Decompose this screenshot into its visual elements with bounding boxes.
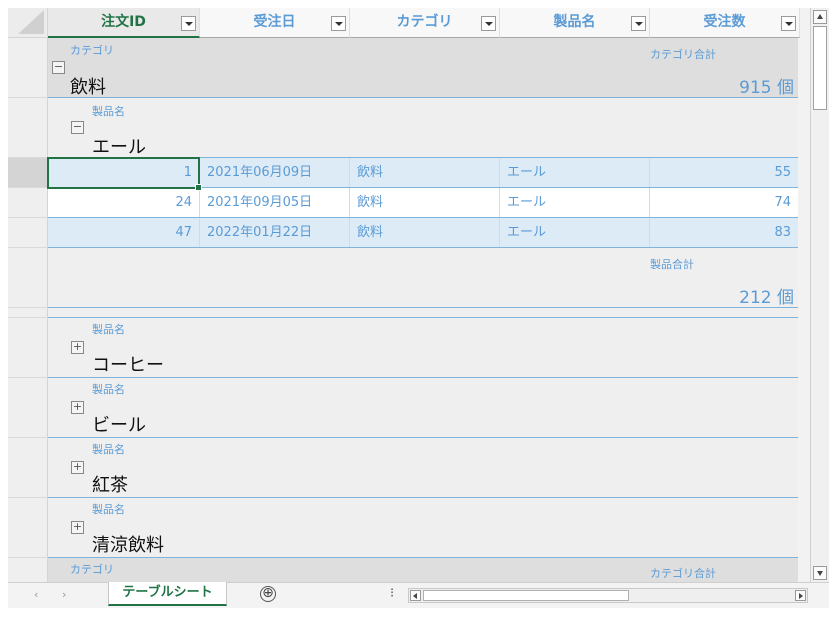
product-group-header: 製品名 + コーヒー [48, 318, 798, 378]
expand-toggle-icon[interactable]: + [71, 401, 84, 414]
filter-dropdown-icon[interactable] [631, 16, 646, 31]
category-total-label: カテゴリ合計 [650, 567, 716, 580]
horizontal-scrollbar[interactable] [408, 588, 808, 603]
column-header-product-name[interactable]: 製品名 [500, 8, 650, 38]
collapse-toggle-icon[interactable]: − [71, 121, 84, 134]
expand-toggle-icon[interactable]: + [71, 341, 84, 354]
row-header[interactable] [8, 98, 48, 158]
vertical-scroll-thumb[interactable] [813, 26, 827, 110]
scroll-up-button[interactable] [813, 10, 827, 24]
category-name: 飲料 [70, 77, 106, 98]
column-header-order-id[interactable]: 注文ID [48, 8, 200, 38]
row-header[interactable] [8, 188, 48, 218]
product-total-value: 212 個 [739, 288, 794, 308]
product-name: ビール [92, 415, 146, 436]
expand-toggle-icon[interactable]: + [71, 521, 84, 534]
product-name: コーヒー [92, 355, 164, 376]
sheet-tab-bar: ‹ › テーブルシート ⊕ ⁝ [8, 582, 829, 608]
category-total-value: 915 個 [739, 78, 794, 98]
column-header-category[interactable]: カテゴリ [350, 8, 500, 38]
category-total-label: カテゴリ合計 [650, 48, 716, 61]
row-header[interactable] [8, 308, 48, 318]
horizontal-scroll-thumb[interactable] [423, 590, 629, 601]
vertical-scrollbar[interactable] [810, 8, 829, 582]
row-header[interactable] [8, 248, 48, 308]
quantity-cell[interactable]: 74 [650, 188, 798, 217]
product-group-header: 製品名 + 清涼飲料 [48, 498, 798, 558]
column-header-label: 受注日 [253, 14, 296, 30]
product-label: 製品名 [92, 323, 125, 336]
quantity-cell[interactable]: 83 [650, 218, 798, 247]
product-group-header: 製品名 − エール [48, 98, 798, 158]
product-group-footer: 製品合計 212 個 [48, 248, 798, 308]
category-group-header: カテゴリ − 飲料 カテゴリ合計 915 個 [48, 38, 798, 98]
product-label: 製品名 [92, 503, 125, 516]
order-id-cell[interactable]: 47 [48, 218, 200, 247]
row-header[interactable] [8, 498, 48, 558]
product-cell[interactable]: エール [500, 158, 650, 187]
table-row: 47 2022年01月22日 飲料 エール 83 [48, 218, 798, 248]
column-header-order-date[interactable]: 受注日 [200, 8, 350, 38]
row-header[interactable] [8, 218, 48, 248]
product-name: 紅茶 [92, 475, 128, 496]
spacer-row [48, 308, 798, 318]
expand-toggle-icon[interactable]: + [71, 461, 84, 474]
order-date-cell[interactable]: 2021年06月09日 [200, 158, 350, 187]
active-cell-selection[interactable] [47, 157, 202, 191]
filter-dropdown-icon[interactable] [781, 16, 796, 31]
product-name: エール [92, 137, 146, 158]
row-header[interactable] [8, 318, 48, 378]
filter-dropdown-icon[interactable] [181, 16, 196, 31]
order-id-cell[interactable]: 24 [48, 188, 200, 217]
order-date-cell[interactable]: 2021年09月05日 [200, 188, 350, 217]
arrow-down-icon [817, 571, 823, 576]
fill-handle[interactable] [195, 184, 202, 191]
product-group-header: 製品名 + ビール [48, 378, 798, 438]
category-cell[interactable]: 飲料 [350, 188, 500, 217]
scroll-right-button[interactable] [795, 590, 806, 601]
next-sheet-icon[interactable]: › [62, 588, 66, 601]
split-handle-icon[interactable]: ⁝ [390, 586, 394, 601]
select-all-corner[interactable] [8, 8, 48, 38]
column-header-quantity[interactable]: 受注数 [650, 8, 800, 38]
product-name: 清涼飲料 [92, 535, 164, 556]
quantity-cell[interactable]: 55 [650, 158, 798, 187]
product-group-header: 製品名 + 紅茶 [48, 438, 798, 498]
row-header[interactable] [8, 38, 48, 98]
category-cell[interactable]: 飲料 [350, 218, 500, 247]
category-cell[interactable]: 飲料 [350, 158, 500, 187]
row-header[interactable] [8, 158, 48, 188]
spreadsheet-window: 注文ID 受注日 カテゴリ 製品名 受注数 カテゴリ − 飲料 カテゴリ合計 9… [8, 8, 829, 608]
scroll-left-button[interactable] [410, 590, 421, 601]
product-cell[interactable]: エール [500, 188, 650, 217]
column-header-label: 注文ID [101, 14, 146, 30]
row-header[interactable] [8, 378, 48, 438]
scroll-down-button[interactable] [813, 566, 827, 580]
column-header-label: カテゴリ [396, 14, 453, 30]
product-cell[interactable]: エール [500, 218, 650, 247]
arrow-up-icon [817, 14, 823, 19]
filter-dropdown-icon[interactable] [481, 16, 496, 31]
filter-dropdown-icon[interactable] [331, 16, 346, 31]
row-header[interactable] [8, 438, 48, 498]
category-label: カテゴリ [70, 563, 114, 576]
product-label: 製品名 [92, 443, 125, 456]
prev-sheet-icon[interactable]: ‹ [34, 588, 38, 601]
sheet-tab[interactable]: テーブルシート [108, 582, 227, 606]
column-header-label: 受注数 [703, 14, 746, 30]
order-date-cell[interactable]: 2022年01月22日 [200, 218, 350, 247]
table-row: 24 2021年09月05日 飲料 エール 74 [48, 188, 798, 218]
column-header-label: 製品名 [553, 14, 596, 30]
category-label: カテゴリ [70, 44, 114, 57]
product-label: 製品名 [92, 383, 125, 396]
product-total-label: 製品合計 [650, 258, 694, 271]
product-label: 製品名 [92, 105, 125, 118]
add-sheet-icon[interactable]: ⊕ [260, 586, 276, 602]
collapse-toggle-icon[interactable]: − [52, 61, 65, 74]
arrow-left-icon [413, 593, 417, 599]
arrow-right-icon [799, 593, 803, 599]
